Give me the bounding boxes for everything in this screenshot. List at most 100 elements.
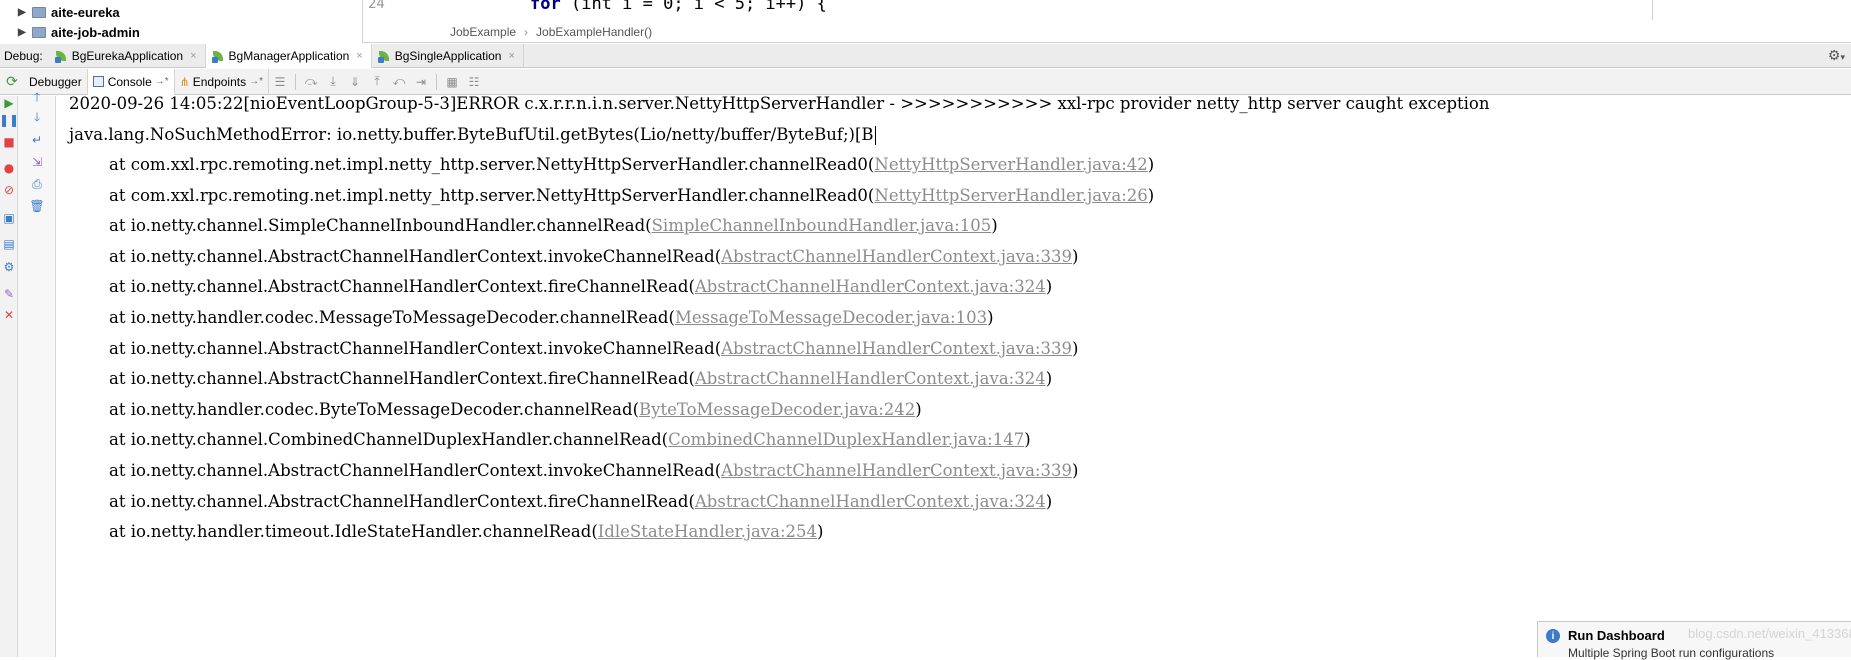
arrow-up-icon[interactable]: 🡑	[30, 90, 44, 105]
gear-icon[interactable]: ⚙▾	[1828, 47, 1845, 64]
tree-item-label: aite-job-admin	[51, 24, 140, 40]
right-panel	[1652, 0, 1851, 20]
stack-frame-method: at io.netty.handler.codec.MessageToMessa…	[109, 308, 675, 327]
endpoints-icon: ⋔	[179, 74, 190, 89]
stack-frame-method: at io.netty.channel.SimpleChannelInbound…	[109, 216, 652, 236]
stack-frame-link[interactable]: ByteToMessageDecoder.java:242	[639, 400, 915, 419]
stack-frame-method: at com.xxl.rpc.remoting.net.impl.netty_h…	[109, 185, 875, 205]
folder-icon	[32, 26, 46, 38]
stack-frame-link[interactable]: AbstractChannelHandlerContext.java:324	[695, 277, 1046, 296]
breadcrumb-item-class[interactable]: JobExample	[450, 25, 516, 39]
tab-bg-single-application[interactable]: BgSingleApplication ×	[372, 43, 524, 68]
stack-frame-link[interactable]: AbstractChannelHandlerContext.java:324	[695, 492, 1046, 511]
close-icon[interactable]: ×	[190, 50, 196, 62]
step-out-icon[interactable]: ⤒	[366, 72, 388, 92]
tab-endpoints[interactable]: ⋔ Endpoints →*	[175, 68, 269, 95]
stack-frame-line: at io.netty.channel.AbstractChannelHandl…	[109, 487, 1052, 517]
tab-bg-manager-application[interactable]: BgManagerApplication ×	[205, 43, 372, 68]
settings-icon[interactable]: ⚙	[2, 260, 16, 274]
stack-frame-close: )	[1045, 491, 1053, 511]
tab-console[interactable]: Console →*	[87, 68, 175, 95]
stack-frame-link[interactable]: IdleStateHandler.java:254	[598, 522, 817, 541]
run-to-cursor-icon[interactable]: ⇥	[410, 72, 432, 92]
tab-label: BgEurekaApplication	[71, 48, 184, 63]
editor-strip: ▶ aite-eureka ▶ aite-job-admin 24 for (i…	[0, 0, 1851, 43]
stack-frame-link[interactable]: AbstractChannelHandlerContext.java:339	[721, 339, 1072, 358]
toolbar-divider	[436, 73, 437, 90]
debug-sub-toolbar: ⟳ Debugger Console →* ⋔ Endpoints →* ☰ ⤼…	[0, 68, 1851, 95]
tab-label: BgManagerApplication	[228, 48, 350, 63]
close-icon[interactable]: ×	[356, 50, 362, 62]
step-into-icon[interactable]: ⤓	[322, 72, 344, 92]
spring-boot-icon	[54, 50, 67, 63]
stack-frame-line: at com.xxl.rpc.remoting.net.impl.netty_h…	[109, 150, 1154, 180]
error-text: java.lang.NoSuchMethodError: io.netty.bu…	[69, 125, 874, 144]
restore-layout-icon[interactable]: ▤	[2, 237, 16, 251]
folder-icon	[32, 6, 46, 18]
stack-frame-line: at io.netty.channel.SimpleChannelInbound…	[109, 211, 998, 241]
stack-frame-link[interactable]: MessageToMessageDecoder.java:103	[675, 308, 987, 327]
notification-description: Multiple Spring Boot run configurations	[1568, 646, 1775, 660]
tree-item-aite-eureka[interactable]: ▶ aite-eureka	[18, 2, 120, 22]
pause-icon[interactable]: ❚❚	[0, 113, 19, 127]
trace-current-stream-icon[interactable]: ☷	[463, 72, 485, 92]
stack-frame-close: )	[817, 522, 824, 542]
stack-frame-link[interactable]: SimpleChannelInboundHandler.java:105	[652, 216, 992, 235]
close-icon[interactable]: ×	[508, 50, 514, 62]
notification-title: Run Dashboard	[1568, 628, 1665, 643]
spring-boot-icon	[377, 50, 390, 63]
stack-frame-close: )	[1147, 185, 1155, 205]
drop-frame-icon[interactable]: ⤺	[388, 72, 410, 92]
console-action-strip: 🡑 🡓 ↵ ⇲ ⎙ 🗑	[18, 90, 56, 657]
stack-frame-method: at io.netty.channel.AbstractChannelHandl…	[109, 369, 695, 389]
print-icon[interactable]: ⎙	[30, 177, 44, 191]
stack-frame-line: at io.netty.channel.AbstractChannelHandl…	[109, 242, 1078, 272]
resume-icon[interactable]: ▶	[2, 96, 16, 110]
spring-boot-icon	[211, 50, 224, 63]
watermark: blog.csdn.net/weixin_41336805	[1688, 626, 1851, 641]
get-thread-dump-icon[interactable]: ▣	[2, 211, 16, 225]
stack-frame-line: at com.xxl.rpc.remoting.net.impl.netty_h…	[109, 181, 1154, 211]
debug-tabs-bar: Debug: BgEurekaApplication × BgManagerAp…	[0, 43, 1851, 68]
pin-icon[interactable]: →*	[249, 76, 263, 87]
force-step-into-icon[interactable]: ⇓	[344, 72, 366, 92]
stack-frame-close: )	[915, 399, 922, 419]
stack-frame-method: at io.netty.channel.CombinedChannelDuple…	[109, 430, 669, 450]
tab-label: Endpoints	[192, 74, 247, 89]
view-breakpoints-icon[interactable]: ●	[2, 161, 16, 175]
restart-icon[interactable]: ⟳	[0, 73, 24, 90]
mute-breakpoints-icon[interactable]: ⊘	[2, 183, 16, 197]
scroll-to-end-icon[interactable]: ⇲	[30, 155, 44, 169]
stack-frame-line: at io.netty.channel.AbstractChannelHandl…	[109, 272, 1052, 302]
tree-item-aite-job-admin[interactable]: ▶ aite-job-admin	[18, 22, 140, 42]
stack-frame-link[interactable]: CombinedChannelDuplexHandler.java:147	[668, 430, 1024, 449]
stack-frame-close: )	[1045, 277, 1053, 297]
chevron-right-icon[interactable]: ▶	[18, 27, 32, 38]
stack-frame-link[interactable]: NettyHttpServerHandler.java:42	[874, 155, 1147, 174]
step-over-icon[interactable]: ⤼	[300, 72, 322, 92]
stack-frame-method: at io.netty.channel.AbstractChannelHandl…	[109, 277, 695, 297]
arrow-down-icon[interactable]: 🡓	[30, 110, 44, 125]
clear-all-icon[interactable]: 🗑	[29, 199, 44, 213]
console-output[interactable]: 2020-09-26 14:05:22[nioEventLoopGroup-5-…	[57, 96, 1851, 657]
show-execution-point-icon[interactable]: ☰	[269, 72, 291, 92]
stop-icon[interactable]: ■	[2, 135, 16, 149]
stack-frame-link[interactable]: NettyHttpServerHandler.java:26	[874, 186, 1147, 205]
stack-frame-close: )	[1071, 246, 1079, 266]
stack-frame-link[interactable]: AbstractChannelHandlerContext.java:324	[695, 369, 1046, 388]
close-icon[interactable]: ✕	[2, 308, 16, 322]
soft-wrap-icon[interactable]: ↵	[30, 133, 44, 147]
tab-bg-eureka-application[interactable]: BgEurekaApplication ×	[49, 43, 206, 68]
stack-frame-method: at io.netty.channel.AbstractChannelHandl…	[109, 338, 722, 358]
stack-frame-link[interactable]: AbstractChannelHandlerContext.java:339	[721, 461, 1072, 480]
stack-frame-link[interactable]: AbstractChannelHandlerContext.java:339	[721, 247, 1072, 266]
stack-frame-line: at io.netty.channel.CombinedChannelDuple…	[109, 425, 1031, 455]
code-keyword: for	[530, 0, 561, 14]
evaluate-expression-icon[interactable]: ▦	[441, 72, 463, 92]
pin-tab-icon[interactable]: ✎	[2, 287, 16, 301]
breadcrumb-item-method[interactable]: JobExampleHandler()	[536, 25, 652, 39]
project-tree: ▶ aite-eureka ▶ aite-job-admin	[0, 0, 363, 43]
code-line[interactable]: for (int i = 0; i < 5; i++) {	[530, 0, 827, 14]
pin-icon[interactable]: →*	[155, 76, 169, 87]
chevron-right-icon[interactable]: ▶	[18, 7, 32, 18]
